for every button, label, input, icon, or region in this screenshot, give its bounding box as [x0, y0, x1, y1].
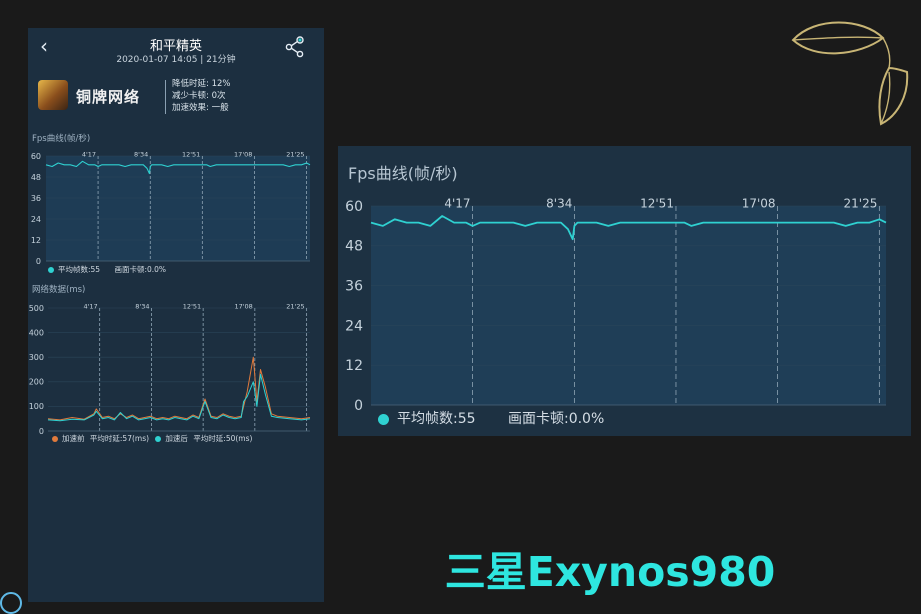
y-tick-label: 400 [29, 328, 44, 337]
y-tick-label: 100 [29, 402, 44, 411]
phone-screen: ‹ 和平精英 2020-01-07 14:05 | 21分钟 铜牌网络 降低时延… [28, 28, 324, 602]
y-tick-label: 60 [345, 199, 363, 215]
x-marker-label: 21'25 [844, 196, 878, 210]
page-subtitle: 2020-01-07 14:05 | 21分钟 [28, 52, 324, 65]
fps-avg-label: 平均帧数:55 [397, 411, 476, 427]
device-caption: 三星Exynos980 [440, 538, 780, 598]
corner-indicator-icon [0, 592, 22, 614]
leaf-decoration-icon [785, 12, 915, 130]
x-marker-label: 12'51 [183, 302, 201, 310]
y-tick-label: 300 [29, 353, 44, 362]
y-tick-label: 24 [31, 215, 41, 224]
network-chart-small: 0 100 200 300 400 500 4'17 8'34 12'51 17'08 21'25 [28, 298, 324, 434]
y-tick-label: 48 [345, 239, 363, 255]
x-marker-label: 8'34 [134, 150, 148, 158]
x-marker-label: 12'51 [182, 150, 200, 158]
fps-section-label: Fps曲线(帧/秒) [32, 132, 90, 144]
y-tick-label: 0 [354, 398, 363, 410]
y-tick-label: 36 [345, 279, 363, 295]
game-logo [38, 80, 68, 110]
net-after-latency: 平均时延:50(ms) [193, 434, 252, 443]
legend-dot-icon [378, 414, 389, 425]
x-marker-label: 17'08 [742, 196, 776, 210]
net-before-latency: 平均时延:57(ms) [90, 434, 149, 443]
x-marker-label: 4'17 [444, 196, 470, 210]
fps-chart-zoomed-panel: Fps曲线(帧/秒) 0 12 24 36 48 60 4'17 8'34 12'51 17'08… [338, 146, 911, 436]
fps-chart-large: 0 12 24 36 48 60 4'17 8'34 12'51 17'08 21'25 [338, 186, 911, 410]
y-tick-label: 500 [29, 304, 44, 313]
fps-stutter-label: 画面卡顿:0.0% [114, 265, 166, 274]
net-section-label: 网络数据(ms) [32, 283, 85, 295]
y-tick-label: 12 [31, 236, 41, 245]
legend-dot-icon [52, 436, 58, 442]
y-tick-label: 0 [39, 427, 44, 434]
stat-effect: 加速效果: 一般 [172, 101, 229, 113]
x-marker-label: 21'25 [286, 302, 304, 310]
divider [165, 80, 166, 114]
fps-legend-large: 平均帧数:55 画面卡顿:0.0% [378, 408, 604, 428]
net-legend-small: 加速前 平均时延:57(ms) 加速后 平均时延:50(ms) [52, 433, 252, 444]
y-tick-label: 36 [31, 194, 41, 203]
y-tick-label: 0 [36, 257, 41, 266]
x-marker-label: 17'08 [234, 150, 252, 158]
stat-latency: 降低时延: 12% [172, 77, 230, 89]
y-tick-label: 12 [345, 358, 363, 374]
x-marker-label: 4'17 [82, 150, 96, 158]
network-tier-label: 铜牌网络 [76, 86, 140, 107]
plot-area [46, 156, 310, 261]
legend-dot-icon [48, 267, 54, 273]
y-tick-label: 60 [31, 152, 41, 161]
net-before-label: 加速前 [62, 434, 85, 443]
stat-stutter: 减少卡顿: 0次 [172, 89, 225, 101]
fps-avg-label: 平均帧数:55 [58, 265, 100, 274]
x-marker-label: 12'51 [640, 196, 674, 210]
y-tick-label: 48 [31, 173, 41, 182]
plot-area [371, 206, 886, 405]
net-after-label: 加速后 [165, 434, 188, 443]
share-icon[interactable] [284, 36, 306, 58]
fps-legend-small: 平均帧数:55 画面卡顿:0.0% [48, 264, 166, 275]
legend-dot-icon [155, 436, 161, 442]
fps-stutter-label: 画面卡顿:0.0% [508, 411, 604, 427]
x-marker-label: 21'25 [286, 150, 304, 158]
y-tick-label: 24 [345, 318, 363, 334]
fps-chart-title: Fps曲线(帧/秒) [348, 160, 458, 184]
y-tick-label: 200 [29, 378, 44, 387]
x-marker-label: 8'34 [546, 196, 572, 210]
x-marker-label: 17'08 [234, 302, 252, 310]
x-marker-label: 8'34 [135, 302, 149, 310]
x-marker-label: 4'17 [83, 302, 97, 310]
